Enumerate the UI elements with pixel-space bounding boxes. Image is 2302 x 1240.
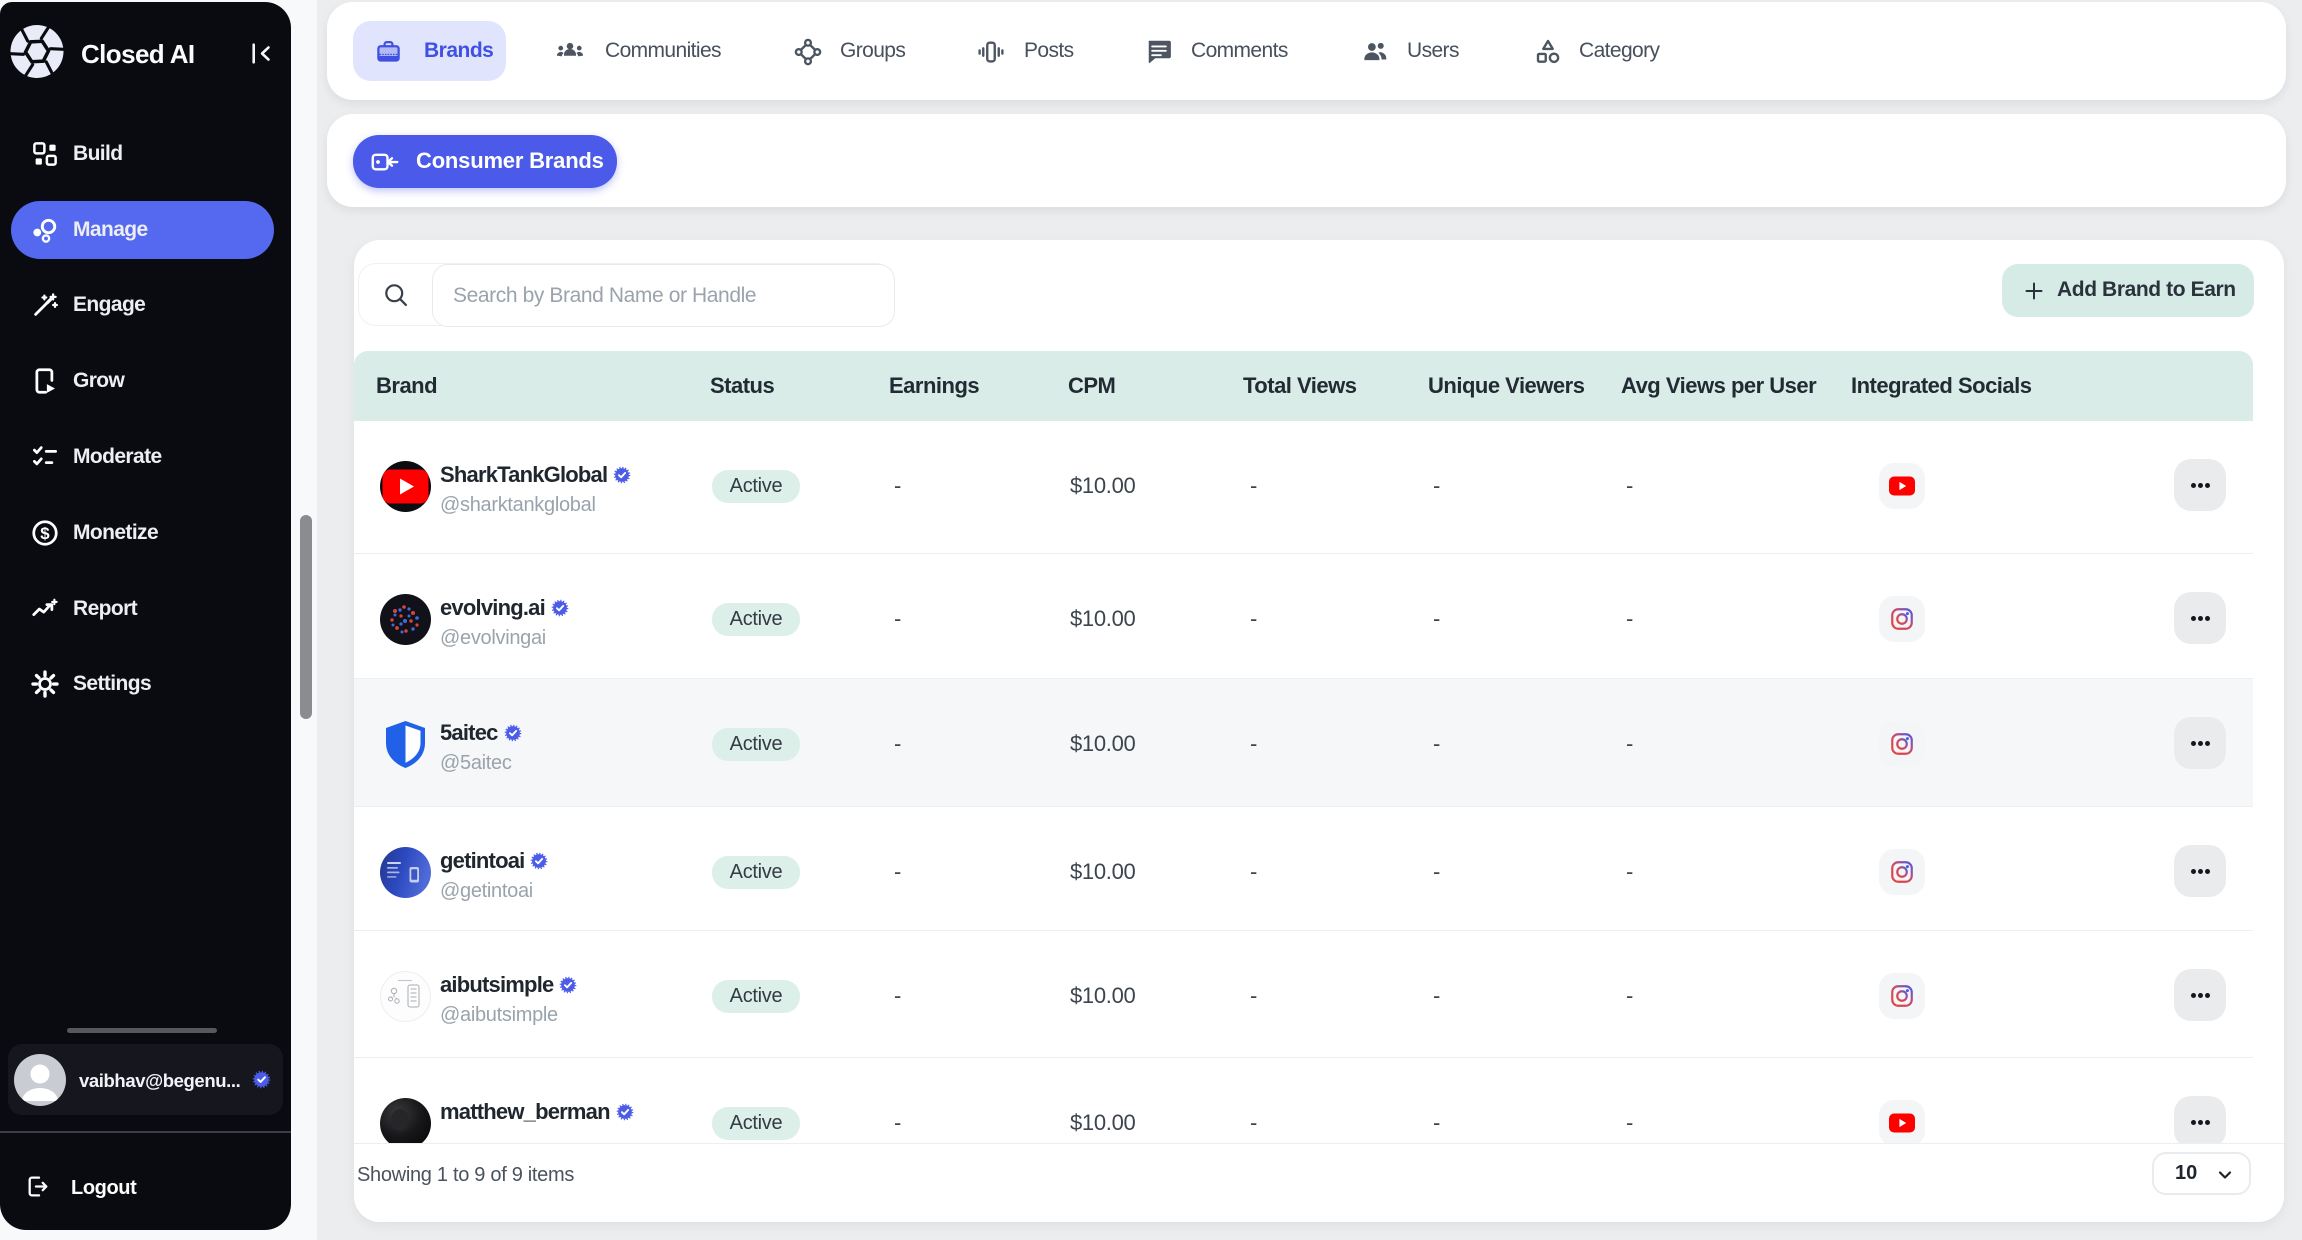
svg-text:$: $ <box>40 524 50 543</box>
